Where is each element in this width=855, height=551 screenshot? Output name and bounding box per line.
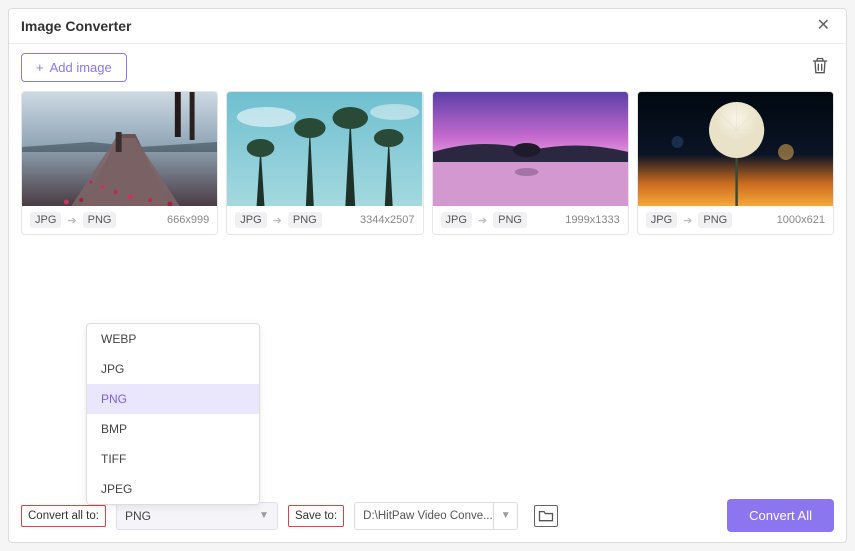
source-format: JPG [30,212,61,228]
convert-all-to-label: Convert all to: [21,505,106,527]
image-meta: JPG ➔ PNG 666x999 [22,206,217,234]
image-thumbnail [227,92,422,206]
target-format[interactable]: PNG [288,212,322,228]
add-image-label: Add image [50,60,112,75]
image-meta: JPG ➔ PNG 1000x621 [638,206,833,234]
format-select[interactable]: PNG ▼ [116,502,278,530]
format-option-jpg[interactable]: JPG [87,354,259,384]
content-area: WEBP JPG PNG BMP TIFF JPEG [9,243,846,493]
target-format[interactable]: PNG [493,212,527,228]
add-image-button[interactable]: + Add image [21,53,127,82]
image-meta: JPG ➔ PNG 3344x2507 [227,206,422,234]
save-to-label: Save to: [288,505,344,527]
image-card[interactable]: JPG ➔ PNG 3344x2507 [226,91,423,235]
arrow-right-icon: ➔ [273,214,282,227]
image-dimensions: 3344x2507 [360,214,414,226]
image-dimensions: 666x999 [167,214,209,226]
image-dimensions: 1000x621 [777,214,825,226]
save-path-input[interactable]: D:\HitPaw Video Conve... [354,502,494,530]
format-option-bmp[interactable]: BMP [87,414,259,444]
source-format: JPG [646,212,677,228]
arrow-right-icon: ➔ [67,214,76,227]
target-format[interactable]: PNG [698,212,732,228]
image-card[interactable]: JPG ➔ PNG 1999x1333 [432,91,629,235]
format-dropdown-menu: WEBP JPG PNG BMP TIFF JPEG [86,323,260,505]
source-format: JPG [441,212,472,228]
arrow-right-icon: ➔ [683,214,692,227]
image-thumbnail [433,92,628,206]
window-title: Image Converter [21,18,131,34]
chevron-down-icon: ▼ [501,510,511,521]
image-gallery: JPG ➔ PNG 666x999 JPG ➔ PNG [9,91,846,243]
image-thumbnail [22,92,217,206]
format-option-jpeg[interactable]: JPEG [87,474,259,504]
source-format: JPG [235,212,266,228]
format-select-value: PNG [125,509,151,523]
format-option-png[interactable]: PNG [87,384,259,414]
image-converter-window: Image Converter ✕ + Add image [8,8,847,543]
convert-all-button[interactable]: Convert All [727,499,834,532]
image-thumbnail [638,92,833,206]
format-option-tiff[interactable]: TIFF [87,444,259,474]
target-format[interactable]: PNG [83,212,117,228]
save-path-value: D:\HitPaw Video Conve... [363,510,493,522]
close-icon[interactable]: ✕ [813,16,834,36]
chevron-down-icon: ▼ [259,510,269,521]
image-meta: JPG ➔ PNG 1999x1333 [433,206,628,234]
plus-icon: + [36,60,44,75]
image-card[interactable]: JPG ➔ PNG 666x999 [21,91,218,235]
image-card[interactable]: JPG ➔ PNG 1000x621 [637,91,834,235]
browse-folder-button[interactable] [534,505,558,527]
toolbar: + Add image [9,44,846,91]
image-dimensions: 1999x1333 [565,214,619,226]
save-path-dropdown[interactable]: ▼ [494,502,518,530]
format-option-webp[interactable]: WEBP [87,324,259,354]
trash-icon[interactable] [806,52,834,83]
titlebar: Image Converter ✕ [9,9,846,44]
arrow-right-icon: ➔ [478,214,487,227]
